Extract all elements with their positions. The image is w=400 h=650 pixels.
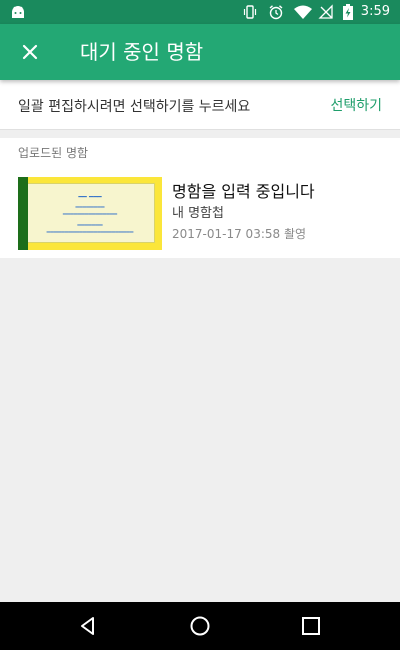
section-label: 업로드된 명함: [18, 146, 89, 160]
home-icon: [190, 616, 210, 636]
app-bar: 대기 중인 명함: [0, 24, 400, 80]
status-bar: 3:59: [0, 0, 400, 24]
back-button[interactable]: [72, 610, 104, 642]
select-button[interactable]: 선택하기: [330, 95, 382, 115]
card-image: ━━ ━━━ ━━━━━━━━ ━━━━━━━━━━━━━━━ ━━━━━━━ …: [25, 183, 155, 243]
alarm-icon: [268, 4, 284, 20]
page-title: 대기 중인 명함: [80, 40, 204, 64]
uploaded-cards-section: 업로드된 명함 ━━ ━━━ ━━━━━━━━ ━━━━━━━━━━━━━━━ …: [0, 138, 400, 258]
card-folder: 내 명함첩: [172, 206, 224, 221]
close-button[interactable]: [10, 32, 50, 72]
card-date: 2017-01-17 03:58 촬영: [172, 227, 307, 241]
card-thumbnail: ━━ ━━━ ━━━━━━━━ ━━━━━━━━━━━━━━━ ━━━━━━━ …: [18, 177, 162, 250]
clock: 3:59: [360, 4, 390, 19]
android-icon: [10, 4, 26, 20]
card-info: 명함을 입력 중입니다 내 명함첩 2017-01-17 03:58 촬영: [172, 182, 392, 242]
card-title: 명함을 입력 중입니다: [172, 182, 315, 201]
no-signal-icon: [318, 4, 334, 20]
batch-edit-bar: 일괄 편집하시려면 선택하기를 누르세요 선택하기: [0, 80, 400, 130]
home-button[interactable]: [184, 610, 216, 642]
card-edge: [18, 177, 28, 250]
recents-icon: [302, 617, 320, 635]
recents-button[interactable]: [295, 610, 327, 642]
close-icon: [22, 44, 38, 60]
list-item[interactable]: ━━ ━━━ ━━━━━━━━ ━━━━━━━━━━━━━━━ ━━━━━━━ …: [0, 168, 400, 258]
vibrate-icon: [242, 4, 258, 20]
navigation-bar: [0, 602, 400, 650]
back-icon: [81, 617, 94, 635]
batch-edit-hint: 일괄 편집하시려면 선택하기를 누르세요: [18, 99, 251, 115]
battery-charging-icon: [342, 4, 354, 20]
wifi-icon: [294, 4, 312, 20]
